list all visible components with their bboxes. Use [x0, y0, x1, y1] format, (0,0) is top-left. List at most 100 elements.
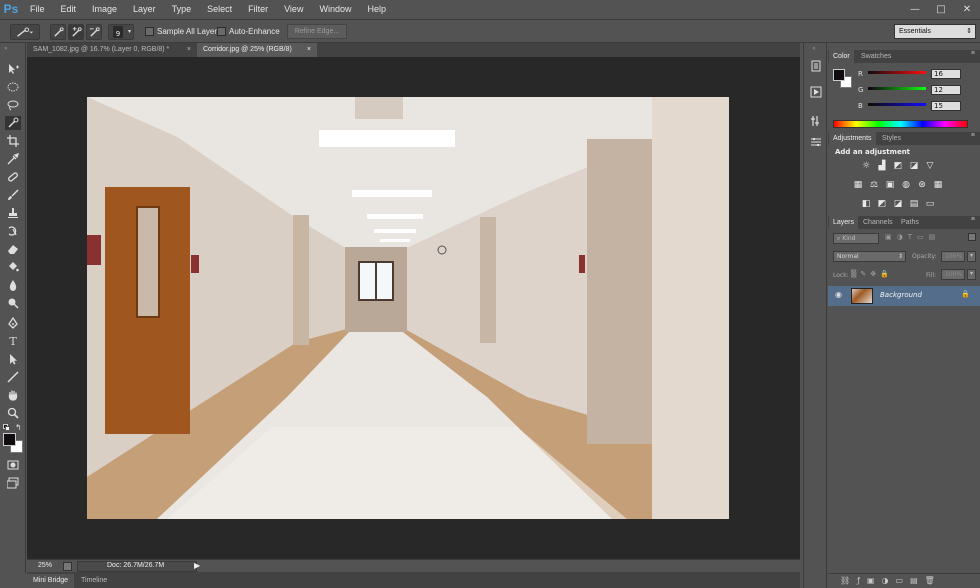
tab-sam-1082[interactable]: SAM_1082.jpg @ 16.7% (Layer 0, RGB/8) * … — [27, 43, 197, 57]
quick-mask-button[interactable] — [5, 458, 21, 472]
color-lookup-icon[interactable]: ▦ — [932, 179, 944, 190]
menu-file[interactable]: File — [22, 0, 53, 19]
type-tool[interactable]: T — [5, 334, 21, 348]
threshold-icon[interactable]: ◪ — [892, 198, 904, 209]
add-selection-mode-button[interactable] — [68, 24, 84, 40]
tab-layers[interactable]: Layers — [829, 216, 859, 229]
foreground-color-swatch[interactable] — [3, 433, 16, 446]
eyedropper-tool[interactable] — [5, 152, 21, 166]
marquee-tool[interactable] — [5, 80, 21, 94]
r-value-input[interactable]: 16 — [931, 69, 961, 79]
layer-comps-panel-button[interactable] — [808, 135, 824, 149]
menu-filter[interactable]: Filter — [240, 0, 276, 19]
collapse-icon[interactable]: « — [812, 45, 816, 52]
panel-menu-icon[interactable]: ≡ — [971, 216, 975, 223]
panel-menu-icon[interactable]: ≡ — [971, 50, 975, 57]
sample-all-layers-checkbox[interactable] — [145, 27, 154, 36]
subtract-selection-mode-button[interactable] — [86, 24, 102, 40]
tool-preset-picker[interactable] — [10, 24, 40, 40]
layer-filter-kind-select[interactable]: ⌕ Kind — [833, 233, 879, 244]
brush-tool[interactable] — [5, 188, 21, 202]
menu-layer[interactable]: Layer — [125, 0, 164, 19]
screen-mode-button[interactable] — [5, 476, 21, 490]
actions-panel-button[interactable] — [808, 85, 824, 99]
color-balance-icon[interactable]: ⚖ — [868, 179, 880, 190]
opacity-input[interactable]: 100% — [941, 251, 965, 262]
close-icon[interactable]: × — [187, 43, 191, 57]
opacity-dropdown[interactable]: ▾ — [967, 251, 976, 262]
channel-mixer-icon[interactable]: ⊛ — [916, 179, 928, 190]
layer-filter-icons[interactable]: ▣◑T▭▤ — [885, 233, 975, 244]
pen-tool[interactable] — [5, 316, 21, 330]
menu-edit[interactable]: Edit — [53, 0, 85, 19]
color-spectrum-bar[interactable] — [833, 120, 968, 128]
quick-selection-tool[interactable] — [5, 116, 21, 130]
photo-filter-icon[interactable]: ◍ — [900, 179, 912, 190]
hue-saturation-icon[interactable]: ▦ — [852, 179, 864, 190]
b-value-input[interactable]: 15 — [931, 101, 961, 111]
close-icon[interactable]: × — [307, 43, 311, 57]
r-slider[interactable] — [868, 71, 926, 74]
black-white-icon[interactable]: ▣ — [884, 179, 896, 190]
selective-color-icon[interactable]: ▤ — [908, 198, 920, 209]
swap-colors-icon[interactable]: ↰ — [15, 423, 22, 432]
hand-tool[interactable] — [5, 388, 21, 402]
posterize-icon[interactable]: ◩ — [876, 198, 888, 209]
fill-dropdown[interactable]: ▾ — [967, 269, 976, 280]
lasso-tool[interactable] — [5, 98, 21, 112]
maximize-button[interactable]: □ — [928, 0, 954, 19]
lock-icons[interactable]: ▒✎✥🔒 — [851, 270, 893, 278]
menu-select[interactable]: Select — [199, 0, 240, 19]
menu-type[interactable]: Type — [164, 0, 200, 19]
workspace-select[interactable]: Essentials ⇕ — [894, 24, 976, 39]
status-arrow-icon[interactable]: ▶ — [194, 561, 200, 570]
new-selection-mode-button[interactable] — [50, 24, 66, 40]
eraser-tool[interactable] — [5, 242, 21, 256]
menu-window[interactable]: Window — [311, 0, 359, 19]
blur-tool[interactable] — [5, 278, 21, 292]
levels-icon[interactable]: ▟ — [876, 160, 888, 171]
crop-tool[interactable] — [5, 134, 21, 148]
paint-bucket-tool[interactable] — [5, 260, 21, 274]
menu-view[interactable]: View — [276, 0, 311, 19]
brush-size-picker[interactable]: 9 ▾ — [108, 24, 134, 40]
b-slider[interactable] — [868, 103, 926, 106]
tab-adjustments[interactable]: Adjustments — [829, 132, 876, 145]
g-value-input[interactable]: 12 — [931, 85, 961, 95]
exposure-icon[interactable]: ◪ — [908, 160, 920, 171]
color-panel-swatches[interactable] — [833, 69, 855, 89]
layer-row-background[interactable]: ◉ Background 🔒 — [828, 286, 980, 306]
filter-toggle[interactable] — [968, 233, 976, 241]
close-button[interactable]: ✕ — [954, 0, 980, 19]
blend-mode-select[interactable]: Normal ⇕ — [833, 251, 906, 262]
auto-enhance-checkbox[interactable] — [217, 27, 226, 36]
tab-timeline[interactable]: Timeline — [75, 574, 113, 588]
dodge-tool[interactable] — [5, 296, 21, 310]
clone-stamp-tool[interactable] — [5, 206, 21, 220]
tab-mini-bridge[interactable]: Mini Bridge — [27, 574, 75, 588]
tab-corridor[interactable]: Corridor.jpg @ 25% (RGB/8) × — [197, 43, 317, 57]
line-tool[interactable] — [5, 370, 21, 384]
tab-swatches[interactable]: Swatches — [857, 50, 895, 63]
history-brush-tool[interactable] — [5, 224, 21, 238]
refine-edge-button[interactable]: Refine Edge... — [287, 24, 347, 39]
tab-channels[interactable]: Channels — [859, 216, 897, 229]
visibility-eye-icon[interactable]: ◉ — [835, 290, 842, 299]
brightness-contrast-icon[interactable]: ☼ — [860, 160, 872, 171]
tab-styles[interactable]: Styles — [878, 132, 905, 145]
panel-menu-icon[interactable]: ≡ — [971, 132, 975, 139]
zoom-tool[interactable] — [5, 406, 21, 420]
collapse-icon[interactable]: » — [4, 45, 8, 52]
default-colors-icon[interactable] — [3, 424, 11, 432]
layer-footer-icons[interactable]: ⛓ƒ▣◑▭▤🗑 — [840, 576, 942, 585]
curves-icon[interactable]: ◩ — [892, 160, 904, 171]
path-selection-tool[interactable] — [5, 352, 21, 366]
gradient-map-icon[interactable]: ▭ — [924, 198, 936, 209]
tab-color[interactable]: Color — [829, 50, 854, 63]
color-swatches[interactable] — [2, 433, 26, 455]
invert-icon[interactable]: ◧ — [860, 198, 872, 209]
document-image-corridor[interactable] — [87, 97, 729, 519]
healing-brush-tool[interactable] — [5, 170, 21, 184]
g-slider[interactable] — [868, 87, 926, 90]
menu-help[interactable]: Help — [359, 0, 394, 19]
